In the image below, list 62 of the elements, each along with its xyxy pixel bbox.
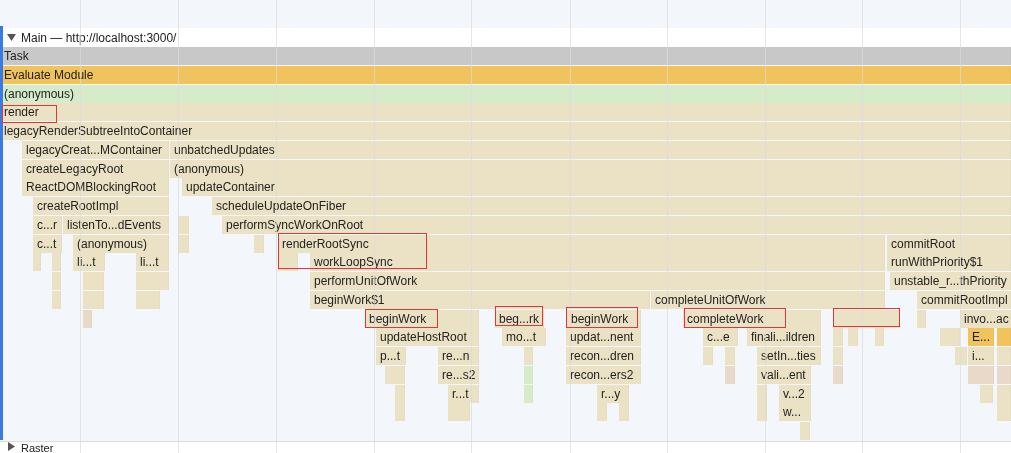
flame-bar[interactable]: c...t xyxy=(33,234,62,253)
flame-bar[interactable]: commitRootImpl xyxy=(917,290,1011,309)
flame-bar[interactable]: r...t xyxy=(448,384,479,403)
flame-bar[interactable]: c...r xyxy=(33,215,62,234)
flame-bar[interactable]: r...y xyxy=(597,384,629,403)
flame-bar[interactable]: commitRoot xyxy=(887,234,1011,253)
highlight-box xyxy=(2,105,57,123)
flame-bar[interactable]: workLoopSync xyxy=(310,253,885,272)
flame-bar[interactable]: recon...dren xyxy=(566,347,641,365)
flame-bar[interactable]: renderRootSync xyxy=(278,234,885,253)
flame-bar[interactable]: p...t xyxy=(376,347,406,365)
track-header[interactable]: Raster xyxy=(0,441,1011,453)
flame-bar[interactable]: li...t xyxy=(73,253,105,272)
flame-bar[interactable]: ReactDOMBlockingRoot xyxy=(22,178,169,197)
flame-bar[interactable]: Evaluate Module xyxy=(0,65,1011,84)
flame-bar[interactable]: legacyRenderSubtreeIntoContainer xyxy=(0,122,1011,140)
flame-bar[interactable]: unbatchedUpdates xyxy=(170,140,1011,159)
track-title: Main — http://localhost:3000/ xyxy=(21,30,177,45)
flame-bar[interactable]: completeWork xyxy=(683,309,821,328)
flame-bar[interactable]: v...2 xyxy=(779,384,811,403)
flame-bar[interactable]: re...s2 xyxy=(438,365,479,384)
flame-bar[interactable]: (anonymous) xyxy=(73,234,169,253)
track-header[interactable]: Main — http://localhost:3000/ xyxy=(0,28,1011,47)
flame-bar[interactable]: legacyCreat...MContainer xyxy=(22,140,169,159)
flame-bar[interactable]: performUnitOfWork xyxy=(310,272,885,290)
track-title: Raster xyxy=(21,442,54,453)
flame-bar[interactable] xyxy=(278,253,298,272)
flame-bar[interactable]: completeUnitOfWork xyxy=(651,290,885,309)
flame-bar[interactable]: c...e xyxy=(703,328,738,347)
flame-bar[interactable]: re...n xyxy=(438,347,479,365)
flame-bar[interactable]: beginWork$1 xyxy=(310,290,650,309)
flame-bar[interactable]: finali...ildren xyxy=(747,328,821,347)
flame-bar[interactable]: i... xyxy=(968,347,994,365)
flame-bar[interactable]: runWithPriority$1 xyxy=(887,253,1011,272)
flame-bar[interactable]: vali...ent xyxy=(757,365,811,384)
flame-bar[interactable]: recon...ers2 xyxy=(566,365,641,384)
flame-bar[interactable]: li...t xyxy=(136,253,169,272)
flame-bar[interactable]: mo...t xyxy=(502,328,546,347)
highlight-box xyxy=(566,307,638,328)
flame-bar[interactable]: render xyxy=(0,103,1011,122)
flame-bar[interactable]: beginWork xyxy=(567,309,641,328)
flame-bar[interactable]: listenTo...dEvents xyxy=(63,215,169,234)
flame-bar[interactable]: invo...ac xyxy=(960,309,1011,328)
flame-bar[interactable]: updat...nent xyxy=(566,328,641,347)
flame-bar[interactable]: createRootImpl xyxy=(33,197,169,215)
highlight-box xyxy=(495,306,543,326)
flame-bar[interactable] xyxy=(833,309,900,328)
flame-bar[interactable]: unstable_r...thPriority xyxy=(890,272,1011,290)
collapse-triangle-icon[interactable] xyxy=(7,33,16,42)
flame-bar[interactable]: E... xyxy=(968,328,994,347)
flame-bar[interactable]: Task xyxy=(0,47,1011,65)
flame-bar[interactable]: w... xyxy=(779,403,811,422)
flame-bar[interactable]: updateContainer xyxy=(182,178,1011,197)
flame-bar[interactable]: updateHostRoot xyxy=(376,328,479,347)
flame-bar[interactable]: createLegacyRoot xyxy=(22,159,169,178)
flame-bar[interactable]: (anonymous) xyxy=(170,159,1011,178)
highlight-box xyxy=(833,308,900,327)
flame-bar[interactable]: scheduleUpdateOnFiber xyxy=(212,197,1011,215)
expand-triangle-icon[interactable] xyxy=(7,442,16,451)
flame-bar[interactable]: (anonymous) xyxy=(0,84,1011,103)
flame-bar[interactable]: setIn...ties xyxy=(757,347,821,365)
flame-bar[interactable]: performSyncWorkOnRoot xyxy=(222,215,1011,234)
